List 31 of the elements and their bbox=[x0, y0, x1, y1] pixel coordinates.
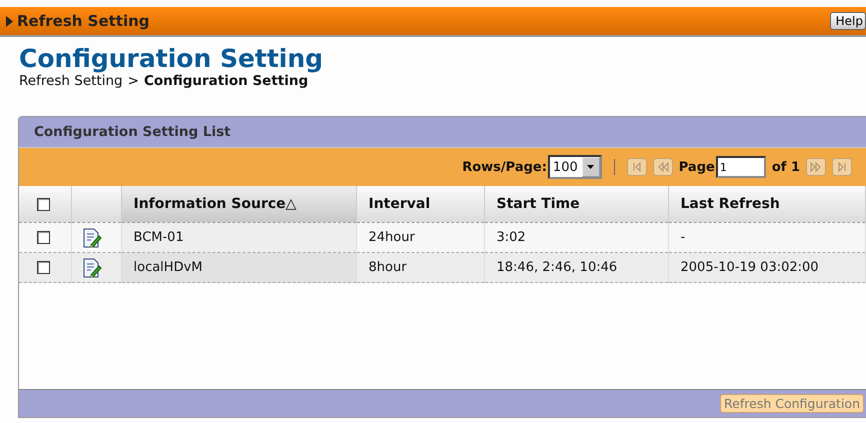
column-header[interactable]: Start Time bbox=[484, 186, 668, 222]
section-title: Refresh Setting bbox=[17, 12, 150, 30]
table-cell: BCM-01 bbox=[121, 222, 356, 252]
table-cell: 2005-10-19 03:02:00 bbox=[668, 252, 866, 282]
column-header[interactable]: Last Refresh bbox=[668, 186, 866, 222]
table-cell: localHDvM bbox=[121, 252, 356, 282]
column-header[interactable]: Interval bbox=[356, 186, 484, 222]
edit-document-icon[interactable] bbox=[82, 228, 102, 248]
breadcrumb-separator: > bbox=[128, 73, 139, 90]
help-button[interactable]: Help bbox=[830, 12, 866, 30]
page-number-field[interactable]: 1 bbox=[716, 156, 766, 178]
table-cell: 3:02 bbox=[484, 222, 668, 252]
rows-per-page-select[interactable]: 100 bbox=[548, 155, 602, 179]
rows-per-page-label: Rows/Page: bbox=[462, 160, 547, 174]
dropdown-arrow-icon bbox=[587, 165, 594, 169]
row-checkbox[interactable] bbox=[37, 260, 50, 274]
page-count: of 1 bbox=[772, 160, 800, 174]
table-cell: 18:46, 2:46, 10:46 bbox=[484, 252, 668, 282]
column-header[interactable]: Information Source△ bbox=[121, 186, 356, 222]
table-cell: 24hour bbox=[356, 222, 484, 252]
table-cell: 8hour bbox=[356, 252, 484, 282]
table-cell: - bbox=[668, 222, 866, 252]
page-label: Page bbox=[678, 160, 715, 174]
triangle-icon bbox=[6, 16, 13, 26]
page-title: Configuration Setting bbox=[19, 45, 324, 73]
breadcrumb-link[interactable]: Refresh Setting bbox=[19, 73, 123, 90]
breadcrumb-current: Configuration Setting bbox=[144, 73, 308, 90]
select-all-checkbox[interactable] bbox=[37, 198, 50, 211]
row-checkbox[interactable] bbox=[37, 230, 50, 244]
panel-title: Configuration Setting List bbox=[34, 124, 231, 140]
edit-document-icon[interactable] bbox=[82, 258, 102, 278]
